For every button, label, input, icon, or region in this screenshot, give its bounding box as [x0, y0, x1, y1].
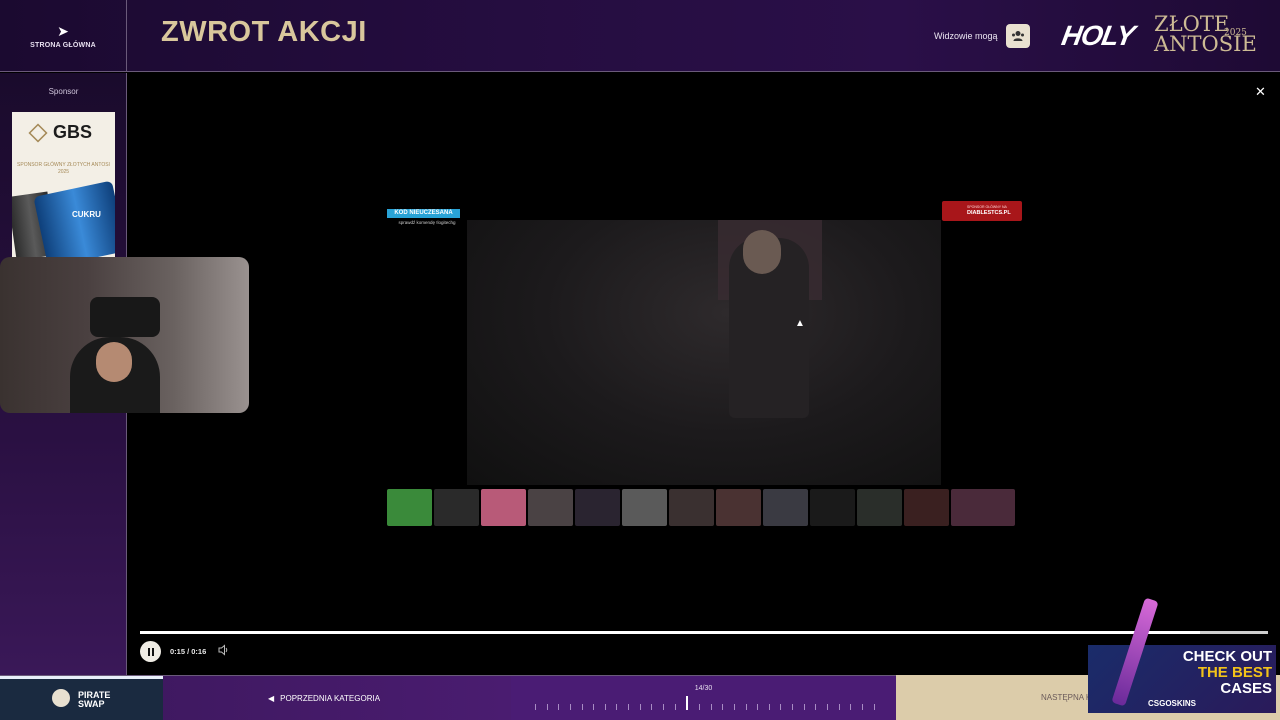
category-tick[interactable]: [569, 704, 571, 710]
category-tick[interactable]: [768, 704, 770, 710]
category-tick[interactable]: [873, 704, 875, 710]
video-face: [743, 230, 781, 274]
viewers-button[interactable]: [1005, 24, 1030, 48]
category-tick[interactable]: [745, 704, 747, 710]
category-tick[interactable]: [558, 704, 560, 710]
category-tick[interactable]: [628, 704, 630, 710]
category-tick[interactable]: [663, 704, 665, 710]
users-icon: [1011, 31, 1024, 41]
category-tick[interactable]: [698, 704, 700, 710]
category-progress: 14/30: [511, 675, 896, 720]
thumbnail[interactable]: [669, 489, 714, 526]
thumbnail[interactable]: [716, 489, 761, 526]
prev-category-label: POPRZEDNIA KATEGORIA: [280, 694, 381, 703]
thumbnail[interactable]: [528, 489, 573, 526]
category-tick[interactable]: [757, 704, 759, 710]
logo-year: 2025: [1224, 28, 1247, 38]
category-tick[interactable]: [733, 704, 735, 710]
category-tick[interactable]: [850, 704, 852, 710]
category-tick[interactable]: [616, 704, 618, 710]
skull-icon: [52, 689, 70, 707]
pirateswap-logo: PIRATE SWAP: [78, 691, 110, 709]
pause-icon: [147, 647, 154, 656]
category-tick[interactable]: [581, 704, 583, 710]
thumbnail[interactable]: [904, 489, 949, 526]
video-frame[interactable]: [467, 220, 941, 485]
sponsor-label: Sponsor: [48, 87, 79, 96]
thumbnail[interactable]: [387, 489, 432, 526]
category-tick[interactable]: [815, 704, 817, 710]
code-tag: KOD NIEUCZESANA: [387, 209, 460, 218]
mouse-cursor-icon: ▲: [795, 318, 805, 329]
category-tick[interactable]: [780, 704, 782, 710]
page-title: ZWROT AKCJI: [161, 16, 367, 48]
category-tick[interactable]: [838, 704, 840, 710]
category-tick[interactable]: [604, 704, 606, 710]
arrow-left-icon: ◀: [268, 694, 275, 703]
close-button[interactable]: ✕: [1255, 84, 1266, 100]
webcam-overlay: [0, 257, 249, 413]
thumbnail[interactable]: [951, 489, 1015, 526]
sponsor-banner[interactable]: GBS SPONSOR GŁÓWNY ZŁOTYCH ANTOSI 2025 C…: [12, 112, 115, 258]
volume-icon[interactable]: [218, 644, 230, 656]
ad-line3: CASES: [1220, 680, 1272, 697]
category-tick[interactable]: [593, 704, 595, 710]
thumbnail[interactable]: [810, 489, 855, 526]
diablest-banner: SPONSOR GŁÓWNY NA DIABLESTCS.PL: [942, 201, 1022, 221]
diablest-subtext: SPONSOR GŁÓWNY NA: [967, 205, 1007, 209]
app-root: ➤ STRONA GŁÓWNA ZWROT AKCJI Widzowie mog…: [0, 0, 1280, 720]
category-tick[interactable]: [535, 704, 536, 710]
category-tick[interactable]: [674, 704, 676, 710]
category-tick[interactable]: [792, 704, 794, 710]
time-display: 0:15 / 0:16: [170, 647, 207, 656]
csgoskins-ad[interactable]: CHECK OUT THE BEST CASES CSGOSKINS: [1088, 595, 1280, 715]
category-tick[interactable]: [827, 704, 829, 710]
gbs-logo: GBS: [28, 122, 92, 143]
zlote-antosie-logo: ZŁOTE ANTOSIE 2025: [1154, 14, 1257, 55]
sponsor-tagline: SPONSOR GŁÓWNY ZŁOTYCH ANTOSI 2025: [17, 162, 110, 175]
category-tick[interactable]: [861, 704, 863, 710]
thumbnail-strip: [387, 489, 1022, 527]
pirateswap-banner[interactable]: PIRATE SWAP: [0, 676, 163, 720]
chair: [90, 297, 160, 337]
ad-brand: CSGOSKINS: [1148, 699, 1197, 708]
ad-line1: CHECK OUT: [1182, 648, 1272, 665]
can-text: CUKRU: [72, 210, 101, 219]
pause-button[interactable]: [140, 641, 161, 662]
category-tick[interactable]: [639, 704, 641, 710]
arrow-left-icon: ➤: [57, 22, 69, 39]
ad-line2: THE BEST: [1197, 664, 1272, 681]
category-tick[interactable]: [710, 704, 712, 710]
code-subtext: sprawdź komendę !logitechg: [398, 220, 456, 225]
holy-logo: HOLY: [1059, 20, 1137, 51]
thumbnail[interactable]: [434, 489, 479, 526]
prev-category-button[interactable]: ◀ POPRZEDNIA KATEGORIA: [268, 694, 380, 703]
progress-fill: [140, 631, 1201, 634]
viewers-label: Widzowie mogą: [934, 31, 998, 41]
category-tick[interactable]: [546, 704, 548, 710]
streamer-head: [96, 342, 132, 382]
home-label: STRONA GŁÓWNA: [30, 41, 96, 49]
thumbnail[interactable]: [575, 489, 620, 526]
pirate-line2: SWAP: [78, 699, 105, 709]
header: ➤ STRONA GŁÓWNA ZWROT AKCJI Widzowie mog…: [0, 0, 1280, 72]
category-tick[interactable]: [803, 704, 805, 710]
gbs-diamond-icon: [28, 123, 48, 143]
category-counter: 14/30: [694, 685, 713, 692]
thumbnail[interactable]: [763, 489, 808, 526]
prev-section: PIRATE SWAP ◀ POPRZEDNIA KATEGORIA: [0, 675, 511, 720]
thumbnail[interactable]: [481, 489, 526, 526]
video-player[interactable]: KOD NIEUCZESANA sprawdź komendę !logitec…: [387, 200, 1022, 530]
category-tick[interactable]: [651, 704, 653, 710]
category-ticks: [535, 696, 875, 710]
thumbnail[interactable]: [857, 489, 902, 526]
category-tick[interactable]: [722, 704, 724, 710]
diablest-text: DIABLESTCS.PL: [967, 210, 1011, 216]
thumbnail[interactable]: [622, 489, 667, 526]
category-tick-active[interactable]: [686, 696, 689, 710]
home-button[interactable]: ➤ STRONA GŁÓWNA: [0, 0, 127, 72]
gbs-text: GBS: [53, 122, 93, 142]
ad-headline: CHECK OUT THE BEST CASES: [1172, 649, 1272, 697]
viewers-control: Widzowie mogą: [934, 24, 1030, 48]
